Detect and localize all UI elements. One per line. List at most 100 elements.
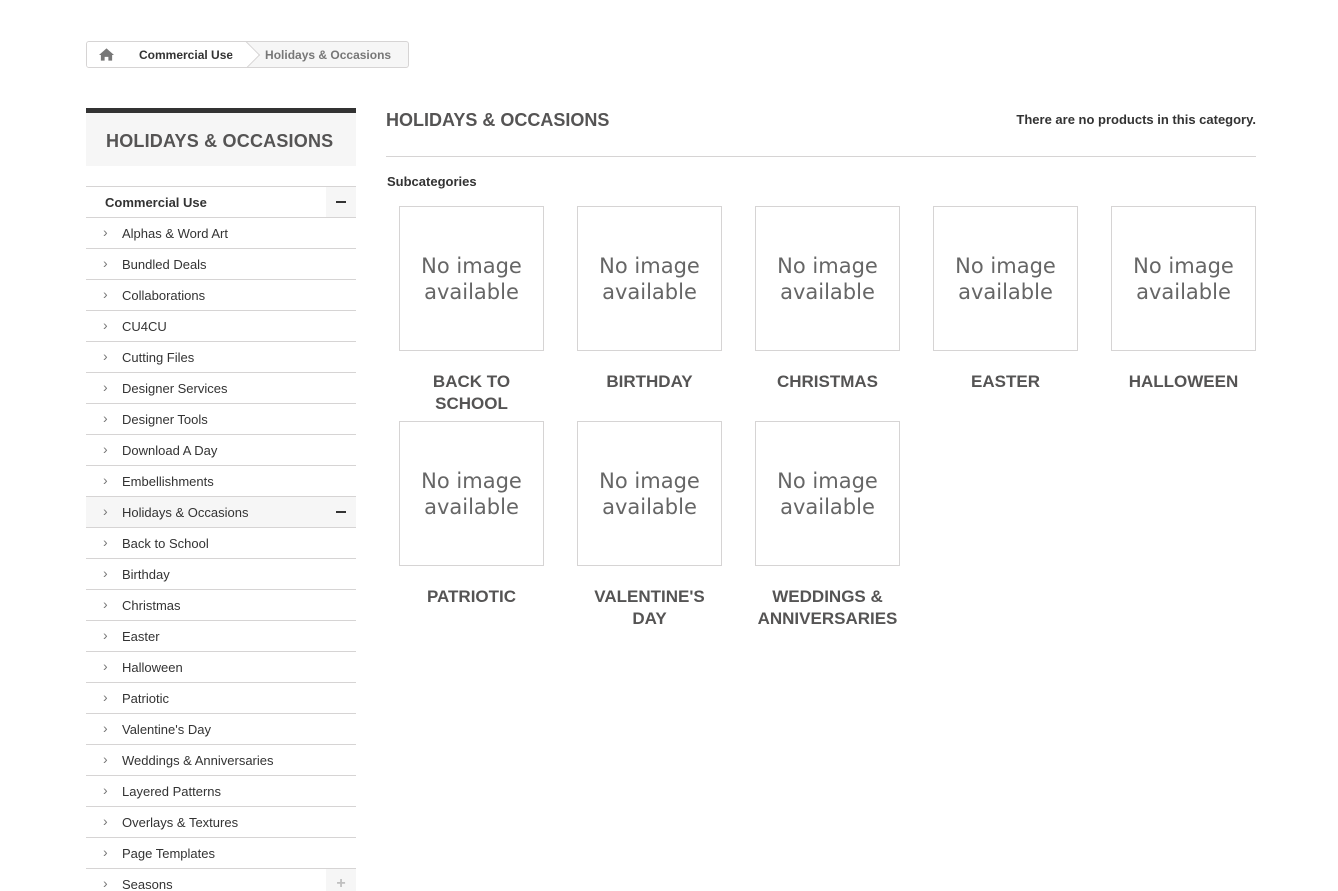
sidebar-item-collaborations[interactable]: › Collaborations — [86, 280, 356, 311]
expand-toggle[interactable]: + — [326, 869, 356, 891]
sidebar-item-birthday[interactable]: › Birthday — [86, 559, 356, 590]
chevron-right-icon: › — [103, 317, 108, 333]
subcategories-heading: Subcategories — [387, 174, 477, 189]
subcategory-image[interactable]: No image available — [399, 421, 544, 566]
subcategory-tile-back-to-school[interactable]: No image available BACK TO SCHOOL — [399, 206, 544, 415]
sidebar-item-back-to-school[interactable]: › Back to School — [86, 528, 356, 559]
sidebar-item-cutting-files[interactable]: › Cutting Files — [86, 342, 356, 373]
breadcrumb-commercial-use[interactable]: Commercial Use — [135, 42, 248, 67]
sidebar-item-patriotic[interactable]: › Patriotic — [86, 683, 356, 714]
sidebar-item-label[interactable]: Weddings & Anniversaries — [122, 753, 274, 768]
no-image-text: available — [602, 279, 697, 304]
sidebar-item-label[interactable]: Page Templates — [122, 846, 215, 861]
chevron-right-icon: › — [103, 348, 108, 364]
subcategory-tile-halloween[interactable]: No image available HALLOWEEN — [1111, 206, 1256, 393]
minus-icon — [336, 201, 346, 203]
subcategory-tile-weddings-and-anniversaries[interactable]: No image available WEDDINGS & ANNIVERSARIE… — [755, 421, 900, 630]
sidebar-item-layered-patterns[interactable]: › Layered Patterns — [86, 776, 356, 807]
sidebar-item-label[interactable]: CU4CU — [122, 319, 167, 334]
subcategory-image[interactable]: No image available — [755, 421, 900, 566]
sidebar-item-seasons[interactable]: › Seasons + — [86, 869, 356, 891]
sidebar-item-designer-services[interactable]: › Designer Services — [86, 373, 356, 404]
no-image-text: No image — [421, 253, 522, 278]
plus-icon: + — [336, 875, 346, 891]
subcategory-image[interactable]: No image available — [1111, 206, 1256, 351]
no-image-text: No image — [777, 468, 878, 493]
sidebar-item-label[interactable]: Commercial Use — [105, 195, 207, 210]
sidebar-item-label[interactable]: Seasons — [122, 877, 173, 891]
subcategory-name[interactable]: EASTER — [933, 371, 1078, 393]
subcategory-name[interactable]: CHRISTMAS — [755, 371, 900, 393]
sidebar-item-overlays-and-textures[interactable]: › Overlays & Textures — [86, 807, 356, 838]
sidebar-item-label[interactable]: Easter — [122, 629, 160, 644]
chevron-right-icon: › — [103, 534, 108, 550]
subcategory-image[interactable]: No image available — [399, 206, 544, 351]
sidebar-item-label[interactable]: Embellishments — [122, 474, 214, 489]
no-image-text: available — [602, 494, 697, 519]
sidebar-item-label[interactable]: Layered Patterns — [122, 784, 221, 799]
sidebar-item-weddings-and-anniversaries[interactable]: › Weddings & Anniversaries — [86, 745, 356, 776]
breadcrumb-current: Holidays & Occasions — [265, 47, 392, 62]
subcategory-tile-valentine-s-day[interactable]: No image available VALENTINE'S DAY — [577, 421, 722, 630]
no-image-text: No image — [955, 253, 1056, 278]
subcategory-name[interactable]: WEDDINGS & ANNIVERSARIES — [755, 586, 900, 630]
sidebar-item-commercial-use[interactable]: Commercial Use — [86, 187, 356, 218]
collapse-toggle[interactable] — [326, 187, 356, 217]
subcategory-name[interactable]: BIRTHDAY — [577, 371, 722, 393]
collapse-toggle[interactable] — [326, 497, 356, 527]
chevron-right-icon: › — [103, 658, 108, 674]
chevron-right-icon: › — [103, 689, 108, 705]
breadcrumb-home[interactable] — [87, 42, 125, 67]
chevron-right-icon: › — [103, 875, 108, 891]
subcategory-image[interactable]: No image available — [577, 206, 722, 351]
sidebar-item-page-templates[interactable]: › Page Templates — [86, 838, 356, 869]
no-image-text: No image — [1133, 253, 1234, 278]
sidebar-item-halloween[interactable]: › Halloween — [86, 652, 356, 683]
sidebar-item-label[interactable]: Designer Services — [122, 381, 228, 396]
sidebar-item-easter[interactable]: › Easter — [86, 621, 356, 652]
sidebar-item-label[interactable]: Christmas — [122, 598, 181, 613]
sidebar-item-download-a-day[interactable]: › Download A Day — [86, 435, 356, 466]
chevron-right-icon: › — [103, 379, 108, 395]
sidebar-item-label[interactable]: Back to School — [122, 536, 209, 551]
sidebar-item-bundled-deals[interactable]: › Bundled Deals — [86, 249, 356, 280]
no-image-text: available — [780, 494, 875, 519]
sidebar-item-label[interactable]: Valentine's Day — [122, 722, 211, 737]
subcategory-tile-christmas[interactable]: No image available CHRISTMAS — [755, 206, 900, 393]
subcategory-tile-birthday[interactable]: No image available BIRTHDAY — [577, 206, 722, 393]
sidebar-item-valentine-s-day[interactable]: › Valentine's Day — [86, 714, 356, 745]
sidebar-title: HOLIDAYS & OCCASIONS — [86, 108, 356, 166]
sidebar-item-label[interactable]: Overlays & Textures — [122, 815, 238, 830]
subcategory-name[interactable]: VALENTINE'S DAY — [577, 586, 722, 630]
no-image-text: available — [780, 279, 875, 304]
subcategory-name[interactable]: HALLOWEEN — [1111, 371, 1256, 393]
subcategory-image[interactable]: No image available — [933, 206, 1078, 351]
sidebar-item-cu4cu[interactable]: › CU4CU — [86, 311, 356, 342]
subcategory-image[interactable]: No image available — [755, 206, 900, 351]
sidebar-item-label[interactable]: Alphas & Word Art — [122, 226, 228, 241]
chevron-right-icon: › — [103, 596, 108, 612]
sidebar-item-label[interactable]: Patriotic — [122, 691, 169, 706]
sidebar-item-label[interactable]: Birthday — [122, 567, 170, 582]
sidebar-item-label[interactable]: Download A Day — [122, 443, 217, 458]
no-products-message: There are no products in this category. — [1016, 112, 1256, 127]
sidebar-item-label[interactable]: Holidays & Occasions — [122, 505, 248, 520]
subcategory-name[interactable]: BACK TO SCHOOL — [399, 371, 544, 415]
chevron-right-icon: › — [103, 751, 108, 767]
sidebar-item-label[interactable]: Bundled Deals — [122, 257, 207, 272]
subcategory-image[interactable]: No image available — [577, 421, 722, 566]
sidebar-item-label[interactable]: Collaborations — [122, 288, 205, 303]
sidebar-item-holidays-and-occasions[interactable]: › Holidays & Occasions — [86, 497, 356, 528]
sidebar-item-embellishments[interactable]: › Embellishments — [86, 466, 356, 497]
sidebar-item-christmas[interactable]: › Christmas — [86, 590, 356, 621]
sidebar-item-label[interactable]: Cutting Files — [122, 350, 194, 365]
home-icon — [98, 48, 114, 61]
subcategory-tile-patriotic[interactable]: No image available PATRIOTIC — [399, 421, 544, 608]
sidebar-item-alphas-and-word-art[interactable]: › Alphas & Word Art — [86, 218, 356, 249]
sidebar-item-designer-tools[interactable]: › Designer Tools — [86, 404, 356, 435]
chevron-right-icon: › — [103, 503, 108, 519]
sidebar-item-label[interactable]: Designer Tools — [122, 412, 208, 427]
sidebar-item-label[interactable]: Halloween — [122, 660, 183, 675]
subcategory-tile-easter[interactable]: No image available EASTER — [933, 206, 1078, 393]
subcategory-name[interactable]: PATRIOTIC — [399, 586, 544, 608]
